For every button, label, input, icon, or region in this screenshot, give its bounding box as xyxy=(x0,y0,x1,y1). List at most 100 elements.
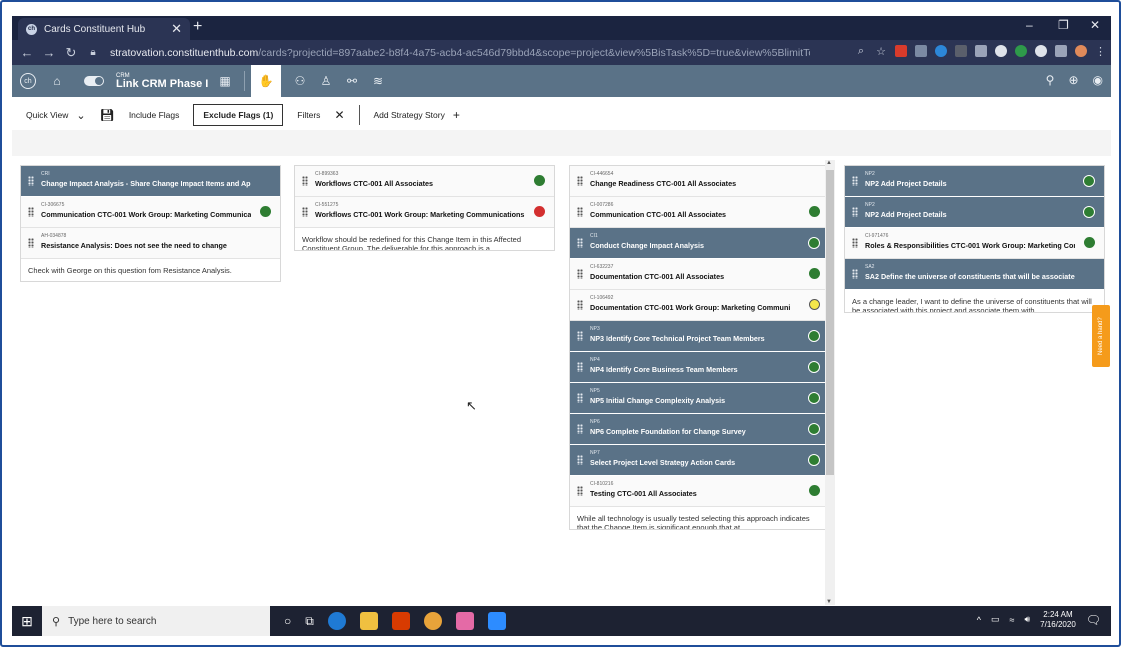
exclude-flags-button[interactable]: Exclude Flags (1) xyxy=(193,104,284,126)
card[interactable]: NP4 NP4 Identify Core Business Team Membe… xyxy=(570,352,829,383)
card[interactable]: CI-446654 Change Readiness CTC-001 All As… xyxy=(570,166,829,197)
office-icon[interactable] xyxy=(391,612,410,630)
drag-handle-icon[interactable] xyxy=(577,207,583,217)
drag-handle-icon[interactable] xyxy=(577,424,583,434)
extension-icon[interactable] xyxy=(915,45,927,57)
extension-icon[interactable] xyxy=(1035,45,1047,57)
need-a-hand-tab[interactable]: Need a hand? xyxy=(1092,305,1110,367)
minimize-button[interactable]: – xyxy=(1026,18,1033,32)
browser-tab[interactable]: ch Cards Constituent Hub ✕ xyxy=(18,18,190,40)
drag-handle-icon[interactable] xyxy=(577,238,583,248)
card[interactable]: NP5 NP5 Initial Change Complexity Analysi… xyxy=(570,383,829,414)
team-icon[interactable]: ⚇ xyxy=(287,74,313,88)
tray-chevron-up-icon[interactable]: ^ xyxy=(977,615,981,625)
drag-handle-icon[interactable] xyxy=(577,362,583,372)
card[interactable]: CI-971476 Roles & Responsibilities CTC-00… xyxy=(845,228,1104,259)
photos-icon[interactable] xyxy=(455,612,474,630)
drag-handle-icon[interactable] xyxy=(852,176,858,186)
save-icon[interactable]: 💾︎ xyxy=(100,108,115,122)
add-circle-icon[interactable]: ⊕ xyxy=(1068,73,1078,87)
extension-icon[interactable] xyxy=(935,45,947,57)
chrome-icon[interactable] xyxy=(423,612,442,630)
card[interactable]: NP7 Select Project Level Strategy Action … xyxy=(570,445,829,476)
drag-handle-icon[interactable] xyxy=(28,238,34,248)
drag-handle-icon[interactable] xyxy=(28,207,34,217)
drag-handle-icon[interactable] xyxy=(577,486,583,496)
card[interactable]: CI-551275 Workflows CTC-001 Work Group: M… xyxy=(295,197,554,228)
clear-filters-close-icon[interactable]: ✕ xyxy=(334,108,344,122)
card[interactable]: NP3 NP3 Identify Core Technical Project T… xyxy=(570,321,829,352)
window-close-button[interactable]: ✕ xyxy=(1090,18,1100,32)
home-icon[interactable]: ⌂ xyxy=(44,74,70,88)
puzzle-icon[interactable] xyxy=(1055,45,1067,57)
drag-handle-icon[interactable] xyxy=(852,207,858,217)
maximize-button[interactable]: ❐ xyxy=(1058,18,1069,32)
board-scrollbar[interactable]: ▲ ▼ xyxy=(825,160,835,605)
card[interactable]: CI-306675 Communication CTC-001 Work Grou… xyxy=(21,197,280,228)
extension-icon[interactable] xyxy=(955,45,967,57)
tab-close-icon[interactable]: ✕ xyxy=(171,21,182,37)
taskbar-search-box[interactable]: ⚲ Type here to search xyxy=(42,606,270,636)
url-field[interactable]: stratovation.constituenthub.com/cards?pr… xyxy=(110,47,810,59)
app-logo-icon[interactable]: ch xyxy=(20,73,36,89)
drag-handle-icon[interactable] xyxy=(852,269,858,279)
layers-icon[interactable]: ≋ xyxy=(365,74,391,88)
new-tab-button[interactable]: + xyxy=(193,18,202,36)
pdf-extension-icon[interactable] xyxy=(895,45,907,57)
wifi-icon[interactable]: ≈ xyxy=(1010,615,1015,625)
card[interactable]: CI-106492 Documentation CTC-001 Work Grou… xyxy=(570,290,829,321)
windows-start-icon[interactable]: ⊞ xyxy=(12,613,42,630)
card[interactable]: CI-007286 Communication CTC-001 All Assoc… xyxy=(570,197,829,228)
drag-handle-icon[interactable] xyxy=(852,238,858,248)
drag-handle-icon[interactable] xyxy=(577,331,583,341)
add-strategy-story-button[interactable]: Add Strategy Story + xyxy=(374,108,460,122)
user-search-icon[interactable]: ⚲ xyxy=(1046,73,1055,87)
taskbar-clock[interactable]: 2:24 AM 7/16/2020 xyxy=(1040,610,1076,629)
mode-toggle[interactable] xyxy=(84,76,104,86)
extension-icon[interactable] xyxy=(995,45,1007,57)
scroll-up-icon[interactable]: ▲ xyxy=(826,160,832,166)
back-arrow-icon[interactable]: ← xyxy=(16,45,38,60)
bookmark-star-icon[interactable]: ☆ xyxy=(875,45,887,58)
file-explorer-icon[interactable] xyxy=(359,612,378,630)
card[interactable]: CI-810216 Testing CTC-001 All Associates xyxy=(570,476,829,507)
drag-handle-icon[interactable] xyxy=(28,176,34,186)
volume-icon[interactable]: 🔊︎ xyxy=(1025,614,1031,625)
scroll-down-icon[interactable]: ▼ xyxy=(826,599,832,605)
drag-handle-icon[interactable] xyxy=(577,393,583,403)
extension-icon[interactable] xyxy=(975,45,987,57)
card[interactable]: CRI Change Impact Analysis - Share Change… xyxy=(21,166,280,197)
card[interactable]: CI-899363 Workflows CTC-001 All Associate… xyxy=(295,166,554,197)
account-icon[interactable]: ◉ xyxy=(1093,73,1103,87)
profile-avatar-icon[interactable] xyxy=(1075,45,1087,57)
forward-arrow-icon[interactable]: → xyxy=(38,45,60,60)
network-icon[interactable]: ▭ xyxy=(991,614,1000,625)
drag-handle-icon[interactable] xyxy=(577,269,583,279)
cortana-icon[interactable]: ○ xyxy=(284,614,291,628)
card[interactable]: NP2 NP2 Add Project Details xyxy=(845,197,1104,228)
person-icon[interactable]: ♙ xyxy=(313,74,339,88)
quick-view-dropdown[interactable]: Quick View ⌄ xyxy=(26,109,86,122)
card[interactable]: NP6 NP6 Complete Foundation for Change Su… xyxy=(570,414,829,445)
include-flags-button[interactable]: Include Flags xyxy=(129,110,180,120)
edge-icon[interactable] xyxy=(327,612,346,630)
extension-icon[interactable] xyxy=(1015,45,1027,57)
project-selector[interactable]: CRM Link CRM Phase I xyxy=(116,73,212,90)
cards-view-icon[interactable]: ✋ xyxy=(251,65,281,97)
card[interactable]: NP2 NP2 Add Project Details xyxy=(845,166,1104,197)
lock-icon[interactable]: 🔒︎ xyxy=(82,47,104,58)
task-view-icon[interactable]: ⧉ xyxy=(305,614,314,629)
scrollbar-thumb[interactable] xyxy=(826,170,834,475)
card[interactable]: CI1 Conduct Change Impact Analysis xyxy=(570,228,829,259)
dashboard-icon[interactable]: ▦ xyxy=(212,74,238,88)
drag-handle-icon[interactable] xyxy=(577,455,583,465)
zoom-app-icon[interactable] xyxy=(487,612,506,630)
drag-handle-icon[interactable] xyxy=(302,176,308,186)
reload-icon[interactable]: ↻ xyxy=(60,45,82,61)
drag-handle-icon[interactable] xyxy=(577,176,583,186)
browser-menu-icon[interactable]: ⋮ xyxy=(1095,45,1106,58)
drag-handle-icon[interactable] xyxy=(302,207,308,217)
zoom-icon[interactable]: ⌕ xyxy=(855,45,867,58)
drag-handle-icon[interactable] xyxy=(577,300,583,310)
filters-button[interactable]: Filters xyxy=(297,110,320,120)
